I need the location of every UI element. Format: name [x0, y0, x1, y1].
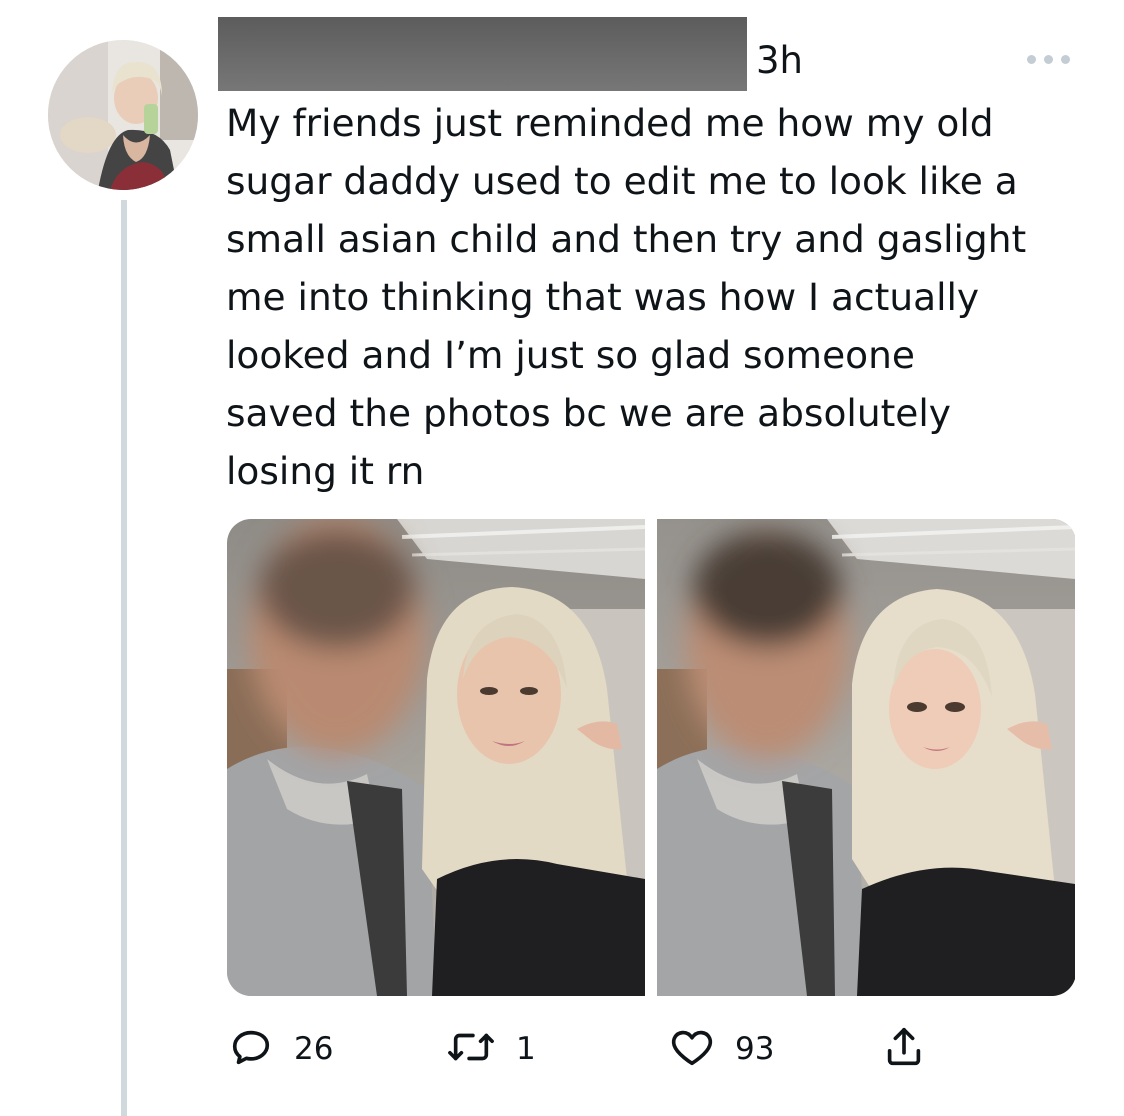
redacted-display-name — [218, 17, 466, 91]
tweet-text: My friends just reminded me how my old s… — [226, 101, 1027, 493]
more-dot — [1061, 54, 1070, 64]
more-dot — [1044, 54, 1053, 64]
reply-count: 26 — [294, 1031, 334, 1067]
action-bar: 26 1 93 — [0, 1024, 1124, 1074]
tweet[interactable]: 3h My friends just reminded me how my ol… — [0, 0, 1124, 1116]
share-icon — [881, 1024, 927, 1074]
like-count: 93 — [735, 1031, 775, 1067]
like-button[interactable]: 93 — [669, 1024, 774, 1074]
retweet-count: 1 — [516, 1031, 536, 1067]
timestamp[interactable]: 3h — [756, 38, 803, 84]
retweet-button[interactable]: 1 — [446, 1024, 536, 1074]
heart-icon — [669, 1024, 715, 1074]
more-dot — [1027, 54, 1036, 64]
thread-line — [121, 200, 127, 1116]
media-grid — [227, 519, 1076, 996]
avatar[interactable] — [48, 40, 198, 190]
more-horizontal-icon[interactable] — [1027, 48, 1077, 70]
redacted-username — [464, 17, 747, 91]
photo-original[interactable] — [227, 519, 645, 996]
reply-icon — [228, 1024, 274, 1074]
reply-button[interactable]: 26 — [228, 1024, 333, 1074]
retweet-icon — [446, 1024, 496, 1074]
share-button[interactable] — [881, 1024, 927, 1074]
photo-edited[interactable] — [657, 519, 1075, 996]
